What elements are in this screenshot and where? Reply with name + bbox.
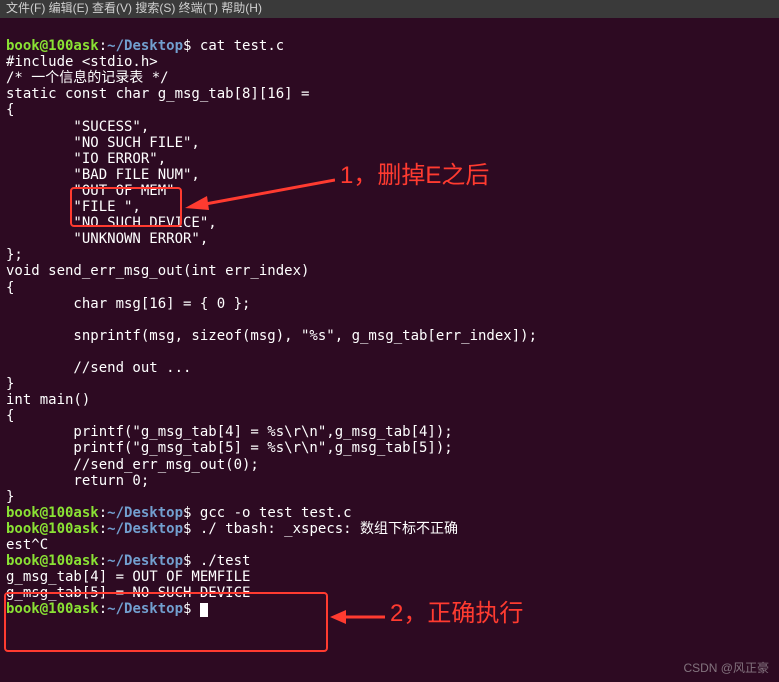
src-line: { [6, 408, 14, 424]
src-line: "SUCESS", [6, 119, 149, 135]
highlight-box-2 [4, 592, 328, 652]
annotation-2: 2，正确执行 [390, 600, 523, 628]
prompt: book@100ask:~/Desktop$ [6, 521, 191, 537]
output-line: g_msg_tab[4] = OUT OF MEMFILE [6, 569, 259, 585]
src-line: { [6, 280, 14, 296]
src-line: printf("g_msg_tab[4] = %s\r\n",g_msg_tab… [6, 424, 453, 440]
src-line: "IO ERROR", [6, 151, 166, 167]
src-line: } [6, 489, 14, 505]
src-line: /* 一个信息的记录表 */ [6, 70, 169, 86]
terminal-area[interactable]: book@100ask:~/Desktop$ cat test.c #inclu… [0, 18, 779, 621]
src-line: "BAD FILE NUM", [6, 167, 200, 183]
src-line: int main() [6, 392, 90, 408]
output-line: est^C [6, 537, 48, 553]
cmd-cat: cat test.c [200, 38, 284, 54]
prompt: book@100ask:~/Desktop$ [6, 505, 191, 521]
src-line: "UNKNOWN ERROR", [6, 231, 208, 247]
src-line: void send_err_msg_out(int err_index) [6, 263, 309, 279]
highlight-box-1 [70, 187, 182, 227]
arrow-icon-1 [185, 170, 335, 210]
menu-bar[interactable]: 文件(F) 编辑(E) 查看(V) 搜索(S) 终端(T) 帮助(H) [0, 0, 779, 18]
src-line: //send out ... [6, 360, 191, 376]
src-line: }; [6, 247, 23, 263]
prompt-user: book@100ask [6, 38, 99, 54]
cmd-gcc: gcc -o test test.c [200, 505, 352, 521]
cmd-run: ./test [200, 553, 251, 569]
prompt: book@100ask:~/Desktop$ [6, 553, 191, 569]
src-line: static const char g_msg_tab[8][16] = [6, 86, 309, 102]
src-line: printf("g_msg_tab[5] = %s\r\n",g_msg_tab… [6, 440, 453, 456]
prompt: book@100ask:~/Desktop$ [6, 38, 191, 54]
prompt-path: ~/Desktop [107, 38, 183, 54]
src-line: //send_err_msg_out(0); [6, 457, 259, 473]
watermark: CSDN @风正豪 [683, 662, 769, 676]
src-line: return 0; [6, 473, 149, 489]
cmd-bad: ./ tbash: _xspecs: 数组下标不正确 [200, 521, 458, 537]
annotation-1: 1，删掉E之后 [340, 162, 489, 190]
arrow-icon-2 [330, 605, 385, 629]
src-line: #include <stdio.h> [6, 54, 158, 70]
src-line: "NO SUCH FILE", [6, 135, 200, 151]
src-line: char msg[16] = { 0 }; [6, 296, 250, 312]
src-line: snprintf(msg, sizeof(msg), "%s", g_msg_t… [6, 328, 537, 344]
src-line: { [6, 102, 14, 118]
src-line: } [6, 376, 14, 392]
